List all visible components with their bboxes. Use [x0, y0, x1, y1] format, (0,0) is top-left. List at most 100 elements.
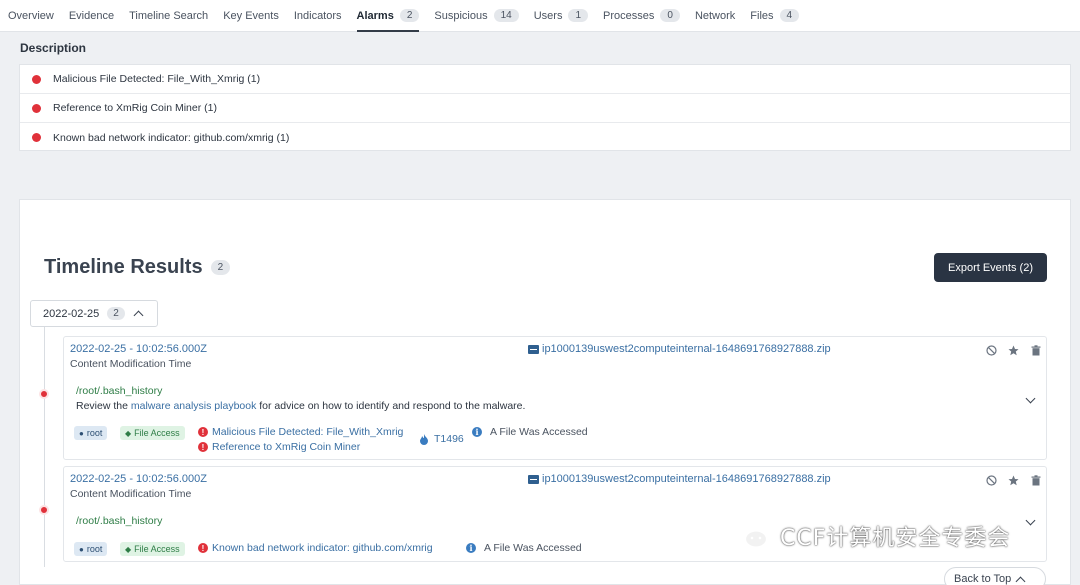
event-actions [985, 474, 1042, 487]
description-title: Description [20, 41, 87, 55]
event-timestamp[interactable]: 2022-02-25 - 10:02:56.000Z [70, 473, 207, 485]
alarm-label: Known bad network indicator: github.com/… [212, 542, 433, 554]
event-description: Review the malware analysis playbook for… [76, 400, 525, 412]
file-access-tag-label: File Access [134, 428, 180, 438]
back-to-top-label: Back to Top [954, 573, 1012, 585]
archive-icon [528, 344, 539, 354]
chevron-up-icon [1015, 576, 1026, 585]
archive-icon [528, 474, 539, 484]
playbook-link[interactable]: malware analysis playbook [131, 400, 256, 412]
tab-files[interactable]: Files 4 [750, 0, 800, 32]
tab-users[interactable]: Users 1 [533, 0, 589, 32]
export-events-button[interactable]: Export Events (2) [934, 253, 1047, 282]
alert-dot-icon [32, 74, 41, 84]
tab-label: Users [533, 9, 563, 22]
alarm-label: Reference to XmRig Coin Miner [212, 441, 361, 453]
back-to-top-button[interactable]: Back to Top [944, 567, 1046, 585]
hide-event-icon[interactable] [985, 474, 998, 487]
alarm-icon: ! [198, 543, 208, 553]
chevron-down-icon[interactable] [1025, 515, 1036, 526]
alarm-icon: ! [198, 427, 208, 437]
mitre-technique-link[interactable]: T1496 [420, 433, 464, 445]
alarm-link[interactable]: ! Reference to XmRig Coin Miner [198, 441, 360, 453]
alert-dot-icon [32, 103, 41, 113]
event-type-label: A File Was Accessed [490, 426, 588, 438]
tab-label: Files [750, 9, 774, 22]
star-icon[interactable] [1007, 474, 1020, 487]
watermark-text: CCF计算机安全专委会 [780, 526, 1011, 551]
tab-count-badge: 4 [779, 9, 800, 22]
tab-alarms[interactable]: Alarms 2 [356, 0, 420, 32]
date-group-count-badge: 2 [107, 307, 125, 320]
event-file-path[interactable]: /root/.bash_history [76, 515, 162, 527]
hide-event-icon[interactable] [985, 344, 998, 357]
file-access-tag[interactable]: ◆ File Access [120, 426, 185, 440]
tab-bar: Overview Evidence Timeline Search Key Ev… [0, 0, 1080, 32]
description-list: Malicious File Detected: File_With_Xmrig… [19, 64, 1071, 151]
info-icon: i [472, 427, 482, 437]
timeline-event-card: 2022-02-25 - 10:02:56.000Z Content Modif… [63, 336, 1047, 460]
tab-processes[interactable]: Processes 0 [603, 0, 680, 32]
tab-overview[interactable]: Overview [8, 0, 54, 32]
chevron-up-icon [133, 310, 144, 321]
alert-dot-icon [32, 133, 41, 142]
tab-suspicious[interactable]: Suspicious 14 [434, 0, 519, 32]
file-access-tag[interactable]: ◆ File Access [120, 542, 185, 556]
user-tag-label: root [86, 428, 103, 438]
event-file-path[interactable]: /root/.bash_history [76, 385, 162, 397]
tab-timeline-search[interactable]: Timeline Search [129, 0, 208, 32]
wechat-logo-icon [730, 522, 769, 549]
event-evidence-file[interactable]: ip1000139uswest2computeinternal-16486917… [528, 473, 831, 485]
description-item-text: Known bad network indicator: github.com/… [53, 131, 290, 144]
tab-indicators[interactable]: Indicators [294, 0, 342, 32]
file-access-tag-label: File Access [134, 544, 180, 554]
timeline-dot-icon [39, 389, 49, 399]
alarm-link[interactable]: ! Malicious File Detected: File_With_Xmri… [198, 426, 403, 438]
star-icon[interactable] [1007, 344, 1020, 357]
list-item: Malicious File Detected: File_With_Xmrig… [20, 65, 1070, 94]
event-subtitle: Content Modification Time [70, 488, 192, 500]
timeline-dot-icon [39, 505, 49, 515]
tab-count-badge: 1 [568, 9, 589, 22]
mitre-technique-label: T1496 [434, 433, 464, 445]
user-icon: ● [79, 544, 84, 554]
list-item: Reference to XmRig Coin Miner (1) [20, 94, 1070, 123]
event-evidence-file[interactable]: ip1000139uswest2computeinternal-16486917… [528, 343, 831, 355]
event-subtitle: Content Modification Time [70, 358, 192, 370]
trash-icon[interactable] [1029, 474, 1042, 487]
description-item-text: Reference to XmRig Coin Miner (1) [53, 102, 217, 114]
event-timestamp[interactable]: 2022-02-25 - 10:02:56.000Z [70, 343, 207, 355]
event-description-suffix: for advice on how to identify and respon… [256, 400, 526, 412]
tab-label: Key Events [223, 9, 279, 22]
tab-count-badge: 14 [493, 9, 519, 22]
watermark: CCF计算机安全专委会 [730, 520, 1010, 552]
list-item: Known bad network indicator: github.com/… [20, 123, 1070, 152]
tab-label: Indicators [293, 9, 342, 22]
tab-evidence[interactable]: Evidence [69, 0, 114, 32]
tab-key-events[interactable]: Key Events [223, 0, 279, 32]
date-group-label: 2022-02-25 [43, 307, 100, 320]
tab-label: Network [694, 9, 736, 22]
user-tag[interactable]: ● root [74, 542, 108, 556]
event-type-info: i A File Was Accessed [466, 542, 582, 554]
tab-count-badge: 2 [399, 9, 420, 22]
tab-network[interactable]: Network [695, 0, 735, 32]
timeline-line [44, 327, 45, 567]
alarm-icon: ! [198, 442, 208, 452]
event-type-info: i A File Was Accessed [472, 426, 588, 438]
alarm-link[interactable]: ! Known bad network indicator: github.com… [198, 542, 433, 554]
date-group-toggle[interactable]: 2022-02-25 2 [30, 300, 158, 327]
timeline-title: Timeline Results 2 [44, 256, 231, 279]
trash-icon[interactable] [1029, 344, 1042, 357]
chevron-down-icon[interactable] [1025, 393, 1036, 404]
user-tag[interactable]: ● root [74, 426, 108, 440]
info-icon: i [466, 543, 476, 553]
tag-icon: ◆ [125, 428, 132, 438]
alarm-label: Malicious File Detected: File_With_Xmrig [212, 426, 404, 438]
tab-count-badge: 0 [660, 9, 680, 22]
event-file-name: ip1000139uswest2computeinternal-16486917… [542, 343, 831, 355]
user-icon: ● [79, 428, 84, 438]
description-item-text: Malicious File Detected: File_With_Xmrig… [53, 73, 261, 85]
event-type-label: A File Was Accessed [484, 542, 582, 554]
timeline-title-text: Timeline Results [44, 256, 203, 278]
